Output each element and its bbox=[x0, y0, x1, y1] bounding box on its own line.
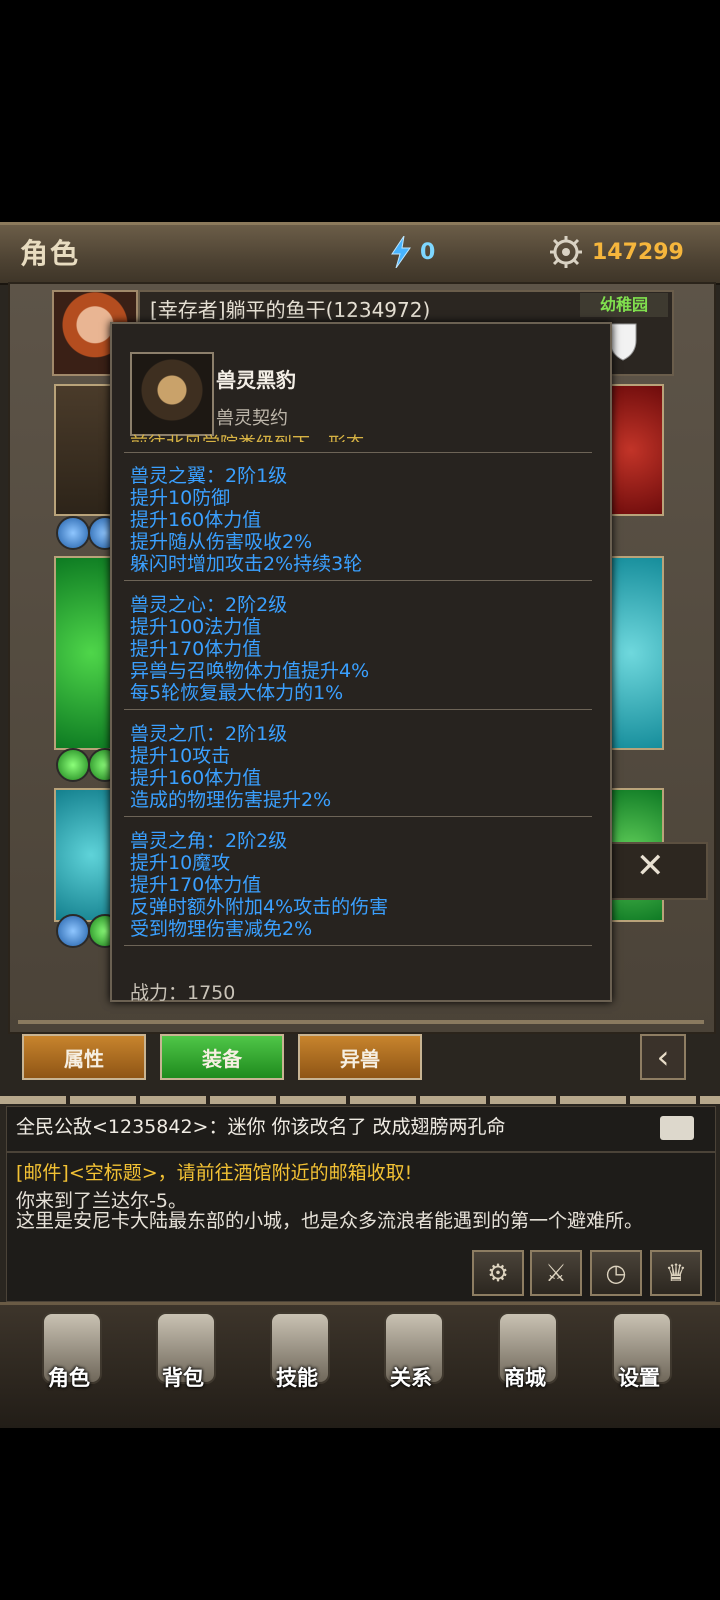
nav-label: 角色 bbox=[48, 1366, 90, 1390]
nav-label: 商城 bbox=[504, 1366, 546, 1390]
clock-icon[interactable]: ◷ bbox=[590, 1250, 642, 1296]
stat-line: 异兽与召唤物体力值提升4% bbox=[130, 660, 370, 682]
divider bbox=[124, 709, 592, 710]
tab-equipment[interactable]: 装备 bbox=[160, 1034, 284, 1080]
stat-line: 提升10防御 bbox=[130, 487, 231, 509]
gem-icon bbox=[56, 516, 90, 550]
stat-line: 提升100法力值 bbox=[130, 616, 262, 638]
divider bbox=[124, 580, 592, 581]
log-line: 这里是安尼卡大陆最东部的小城，也是众多流浪者能遇到的第一个避难所。 bbox=[16, 1210, 644, 1232]
stat-line: 反弹时额外附加4%攻击的伤害 bbox=[130, 896, 389, 918]
stat-line: 提升10攻击 bbox=[130, 745, 231, 767]
stat-line: 提升170体力值 bbox=[130, 874, 262, 896]
nav-label: 设置 bbox=[618, 1366, 660, 1390]
auto-battle-icon[interactable]: ⚙ bbox=[472, 1250, 524, 1296]
world-chat-message: 全民公敌<1235842>：迷你 你该改名了 改成翅膀两孔命 bbox=[16, 1116, 506, 1138]
gem-icon bbox=[56, 914, 90, 948]
tab-attributes[interactable]: 属性 bbox=[22, 1034, 146, 1080]
chat-bubble-icon[interactable] bbox=[660, 1116, 694, 1140]
divider bbox=[124, 452, 592, 453]
chevron-left-icon[interactable]: ‹ bbox=[640, 1034, 686, 1080]
stat-line: 躲闪时增加攻击2%持续3轮 bbox=[130, 553, 363, 575]
page-title: 角色 bbox=[20, 237, 81, 270]
stat-line: 兽灵之翼：2阶1级 bbox=[130, 465, 288, 487]
nav-character[interactable]: 角色 bbox=[14, 1308, 124, 1420]
stat-section-wing: 兽灵之翼：2阶1级 提升10防御 提升160体力值 提升随从伤害吸收2% 躲闪时… bbox=[130, 465, 362, 575]
nav-settings[interactable]: 设置 bbox=[584, 1308, 694, 1420]
stat-line: 提升160体力值 bbox=[130, 767, 262, 789]
nav-shop[interactable]: 商城 bbox=[470, 1308, 580, 1420]
stat-line: 兽灵之爪：2阶1级 bbox=[130, 723, 288, 745]
nav-label: 技能 bbox=[276, 1366, 318, 1390]
divider bbox=[124, 816, 592, 817]
stat-line: 提升160体力值 bbox=[130, 509, 262, 531]
stat-section-claw: 兽灵之爪：2阶1级 提升10攻击 提升160体力值 造成的物理伤害提升2% bbox=[130, 723, 331, 811]
item-name: 兽灵黑豹 bbox=[216, 368, 296, 392]
player-name: [幸存者]躺平的鱼干(1234972) bbox=[150, 298, 431, 322]
nav-relations[interactable]: 关系 bbox=[356, 1308, 466, 1420]
shield-icon bbox=[609, 323, 637, 361]
stat-section-heart: 兽灵之心：2阶2级 提升100法力值 提升170体力值 异兽与召唤物体力值提升4… bbox=[130, 594, 369, 704]
nav-label: 关系 bbox=[390, 1366, 432, 1390]
gear-coin-icon bbox=[550, 236, 582, 268]
nav-skills[interactable]: 技能 bbox=[242, 1308, 352, 1420]
stat-line: 每5轮恢复最大体力的1% bbox=[130, 682, 344, 704]
item-hint-clipped: 前往北风学院类级到下一形态 bbox=[130, 430, 570, 442]
energy-value: 0 bbox=[420, 240, 436, 265]
stat-line: 兽灵之心：2阶2级 bbox=[130, 594, 288, 616]
panther-spirit-icon bbox=[130, 352, 214, 436]
mail-notice[interactable]: [邮件]<空标题>，请前往酒馆附近的邮箱收取! bbox=[16, 1158, 412, 1185]
stat-line: 兽灵之角：2阶2级 bbox=[130, 830, 288, 852]
stat-line: 造成的物理伤害提升2% bbox=[130, 789, 332, 811]
chat-tab-strip[interactable] bbox=[0, 1096, 720, 1104]
tab-beast[interactable]: 异兽 bbox=[298, 1034, 422, 1080]
log-line: 你来到了兰达尔-5。 bbox=[16, 1190, 187, 1212]
guild-badge[interactable]: 幼稚园 bbox=[580, 293, 668, 317]
stat-section-horn: 兽灵之角：2阶2级 提升10魔攻 提升170体力值 反弹时额外附加4%攻击的伤害… bbox=[130, 830, 388, 940]
divider bbox=[124, 945, 592, 946]
gem-icon bbox=[56, 748, 90, 782]
item-type: 兽灵契约 bbox=[216, 408, 288, 429]
nav-backpack[interactable]: 背包 bbox=[128, 1308, 238, 1420]
lightning-icon bbox=[391, 236, 411, 268]
stat-line: 受到物理伤害减免2% bbox=[130, 918, 313, 940]
stat-line: 提升随从伤害吸收2% bbox=[130, 531, 313, 553]
trophy-icon[interactable]: ♛ bbox=[650, 1250, 702, 1296]
stat-line: 提升170体力值 bbox=[130, 638, 262, 660]
stat-line: 提升10魔攻 bbox=[130, 852, 231, 874]
combat-power: 战力：1750 bbox=[130, 982, 236, 1004]
sword-icon[interactable]: ⚔ bbox=[530, 1250, 582, 1296]
nav-label: 背包 bbox=[162, 1366, 204, 1390]
close-icon[interactable]: ✕ bbox=[636, 846, 665, 886]
tabs-divider bbox=[18, 1020, 704, 1024]
gold-value: 147299 bbox=[592, 240, 684, 265]
